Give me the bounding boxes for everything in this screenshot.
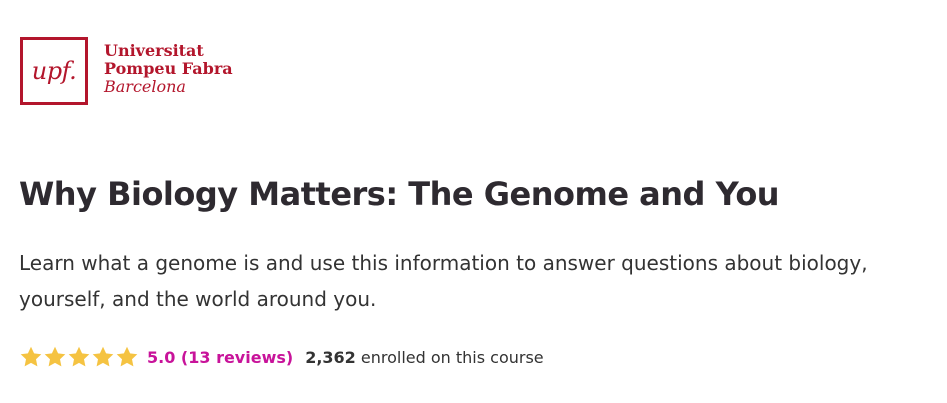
upf-logo-mark: upf. [20,37,88,105]
enrolled-count: 2,362 [305,347,356,367]
star-icon [67,345,91,369]
logo-wordmark: Universitat Pompeu Fabra Barcelona [104,42,233,96]
star-rating [19,345,139,369]
logo-line-pompeu-fabra: Pompeu Fabra [104,59,233,78]
star-icon [115,345,139,369]
rating-row: 5.0 (13 reviews) 2,362 enrolled on this … [19,343,544,371]
star-icon [19,345,43,369]
enrolled-info: 2,362 enrolled on this course [305,348,543,367]
logo-monogram: upf. [31,57,77,85]
reviews-link[interactable]: 5.0 (13 reviews) [147,348,293,367]
course-description: Learn what a genome is and use this info… [19,251,868,311]
star-icon [91,345,115,369]
logo-line-universitat: Universitat [104,41,204,60]
star-icon [43,345,67,369]
logo-line-barcelona: Barcelona [104,77,186,96]
university-logo[interactable]: upf. Universitat Pompeu Fabra Barcelona [20,37,233,105]
course-title: Why Biology Matters: The Genome and You [19,175,780,213]
enrolled-label: enrolled on this course [360,347,544,367]
